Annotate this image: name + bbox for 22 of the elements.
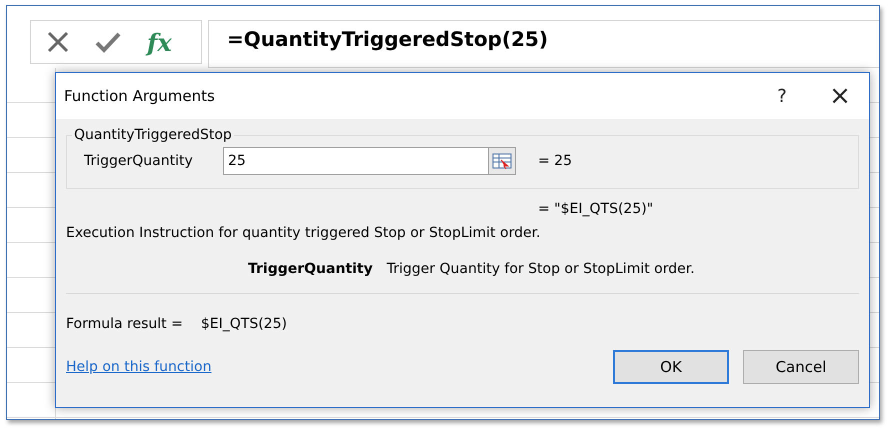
ok-button[interactable]: OK bbox=[613, 350, 729, 384]
formula-field[interactable]: =QuantityTriggeredStop(25) bbox=[208, 20, 879, 68]
insert-function-button[interactable]: fx bbox=[147, 28, 172, 56]
argument-field[interactable]: 25 bbox=[223, 147, 488, 175]
function-result: = "$EI_QTS(25)" bbox=[538, 201, 654, 217]
help-link[interactable]: Help on this function bbox=[66, 359, 599, 375]
formula-result-value: $EI_QTS(25) bbox=[200, 316, 287, 332]
function-description: Execution Instruction for quantity triggered Stop or StopLimit order. bbox=[66, 225, 542, 241]
close-button[interactable]: × bbox=[811, 73, 869, 119]
cancel-icon[interactable] bbox=[47, 31, 69, 53]
collapse-dialog-button[interactable] bbox=[488, 147, 516, 175]
argument-result: = 25 bbox=[538, 153, 572, 169]
argument-label: TriggerQuantity bbox=[84, 153, 194, 169]
dialog-title: Function Arguments bbox=[64, 87, 216, 105]
checkmark-icon[interactable] bbox=[95, 31, 121, 53]
cancel-button[interactable]: Cancel bbox=[743, 350, 859, 384]
argument-help-text: Trigger Quantity for Stop or StopLimit order. bbox=[386, 261, 695, 277]
table-pointer-icon bbox=[492, 153, 512, 169]
argument-help-name: TriggerQuantity bbox=[248, 261, 373, 277]
formula-result-label: Formula result = bbox=[66, 316, 183, 332]
help-button[interactable]: ? bbox=[753, 73, 811, 119]
group-title: QuantityTriggeredStop bbox=[73, 127, 233, 143]
